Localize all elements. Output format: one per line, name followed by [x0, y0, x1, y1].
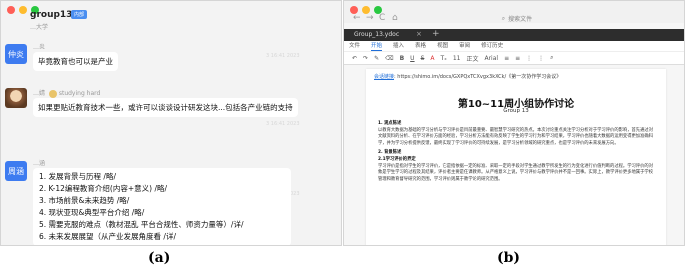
outline-list: 1. 发展背景与历程 /略/ 2. K-12编程教育介绍(内容+意义) /略/ … [33, 168, 291, 245]
bold-button[interactable]: B [400, 55, 405, 62]
section-paragraph: 以教育大数据为基础的学习分析与学习评价是目前最重要、最智慧学习研究的热点。本次讨… [378, 127, 653, 146]
list-item: 5. 需要克服的难点（教材混乱 平台合规性、师资力量等）/详/ [39, 220, 244, 229]
caption-a: (a) [148, 250, 171, 266]
message-bubble[interactable]: 毕竟教育也可以是产业 [33, 52, 118, 71]
section-paragraph: 学习评价是指对学生的学习评价，它是指依据一定的标准、采取一定的手段对学生通过教学… [378, 163, 653, 182]
meeting-link-line: 会话链接: https://shimo.im/docs/GXPQxTCXvgx3… [374, 74, 562, 80]
doc-editor-window: ← → C ⌂ ⌕ 搜索文件 Group_13.ydoc × + 文件 开始 插… [343, 0, 685, 246]
meeting-link[interactable]: https://shimo.im/docs/GXPQxTCXvgx3kXCk/《… [397, 74, 561, 80]
document-tab-bar: Group_13.ydoc × + [344, 29, 684, 41]
menu-review[interactable]: 审阅 [459, 41, 470, 51]
bullet-list-icon[interactable]: ⋮ [526, 55, 532, 62]
sender-name: …涵 [33, 160, 46, 167]
document-subtitle: Group 13 [503, 108, 529, 114]
sender-name: …婧 studying hard [33, 89, 101, 98]
font-size-select[interactable]: 11 [453, 55, 461, 62]
message-bubble[interactable]: 如果更贴近教育技术一些，或许可以谈谈设计研发这块...包括各产业链的支持 [33, 98, 298, 117]
close-window-button[interactable] [7, 6, 15, 14]
menu-history[interactable]: 修订历史 [481, 41, 503, 51]
search-input[interactable]: ⌕ 搜索文件 [442, 13, 592, 24]
status-tag-icon [48, 89, 57, 98]
align-center-icon[interactable]: ≡ [515, 55, 520, 62]
menu-view[interactable]: 视图 [437, 41, 448, 51]
font-color-button[interactable]: A [430, 55, 434, 62]
redo-icon[interactable]: ↷ [363, 55, 368, 62]
sender-name: …炎 [33, 44, 46, 51]
clear-format-icon[interactable]: ⌫ [385, 55, 393, 62]
document-page[interactable]: 会话链接: https://shimo.im/docs/GXPQxTCXvgx3… [366, 69, 666, 245]
minimize-window-button[interactable] [19, 6, 27, 14]
reload-icon[interactable]: C [379, 13, 385, 23]
group-chat-window: group13 内部 …大学 3 16:41 2023 3 16:41 2023… [0, 0, 342, 246]
menu-file[interactable]: 文件 [349, 41, 360, 51]
home-icon[interactable]: ⌂ [392, 13, 398, 23]
chat-title: group13 [30, 10, 73, 20]
avatar[interactable] [5, 88, 27, 108]
watermark: 3 16:41 2023 [266, 121, 300, 127]
back-icon[interactable]: ← [353, 13, 361, 23]
list-item: 6. 未来发展展望（从产业发展角度看 /详/ [39, 232, 176, 241]
list-item: 4. 现状亚现&典型平台介绍 /略/ [39, 208, 145, 217]
list-item: 1. 发展背景与历程 /略/ [39, 172, 116, 181]
watermark: 3 16:41 2023 [266, 53, 300, 59]
close-tab-icon[interactable]: × [416, 30, 422, 38]
format-painter-icon[interactable]: ✎ [374, 55, 379, 62]
font-family-select[interactable]: Arial [484, 55, 498, 62]
menu-insert[interactable]: 插入 [393, 41, 404, 51]
browser-toolbar: ← → C ⌂ ⌕ 搜索文件 [344, 1, 684, 23]
section-heading: 1. 观点陈述 [378, 121, 402, 126]
section-heading: 2.1学习评价的界定 [378, 156, 416, 162]
caption-b: (b) [497, 250, 521, 266]
new-tab-icon[interactable]: + [432, 29, 440, 39]
section-heading: 2. 背景陈述 [378, 150, 402, 156]
avatar[interactable]: 仲炎 [5, 44, 27, 64]
message-bubble[interactable]: 1. 发展背景与历程 /略/ 2. K-12编程教育介绍(内容+意义) /略/ … [33, 168, 291, 245]
menu-table[interactable]: 表格 [415, 41, 426, 51]
numbered-list-icon[interactable]: ⋮ [538, 55, 544, 62]
search-icon: ⌕ [501, 14, 506, 22]
list-item: 2. K-12编程教育介绍(内容+意义) /略/ [39, 184, 167, 193]
subscript-button[interactable]: Tₓ [440, 55, 446, 62]
underline-button[interactable]: U [410, 55, 414, 62]
sender-status-tag: studying hard [58, 90, 101, 97]
undo-icon[interactable]: ↶ [352, 55, 357, 62]
format-toolbar: ↶ ↷ ✎ ⌫ B U S A Tₓ 11 正文 Arial ≡ ≡ ⋮ ⋮ ⌕ [344, 52, 684, 65]
strikethrough-button[interactable]: S [421, 55, 425, 62]
paragraph-style-select[interactable]: 正文 [466, 54, 478, 63]
meeting-link-label[interactable]: 会话链接 [374, 74, 394, 80]
document-body: 1. 观点陈述 以教育大数据为基础的学习分析与学习评价是目前最重要、最智慧学习研… [378, 121, 654, 183]
internal-badge: 内部 [71, 10, 88, 19]
list-item: 3. 市场前景&未来趋势 /略/ [39, 196, 130, 205]
tab-document[interactable]: Group_13.ydoc [354, 31, 399, 38]
avatar[interactable]: 周涵 [5, 161, 27, 181]
menu-bar: 文件 开始 插入 表格 视图 审阅 修订历史 [344, 41, 684, 52]
forward-icon[interactable]: → [366, 13, 374, 23]
chat-subtitle: …大学 [30, 24, 49, 31]
find-icon[interactable]: ⌕ [550, 54, 553, 62]
align-left-icon[interactable]: ≡ [504, 55, 509, 62]
menu-home[interactable]: 开始 [371, 41, 383, 51]
